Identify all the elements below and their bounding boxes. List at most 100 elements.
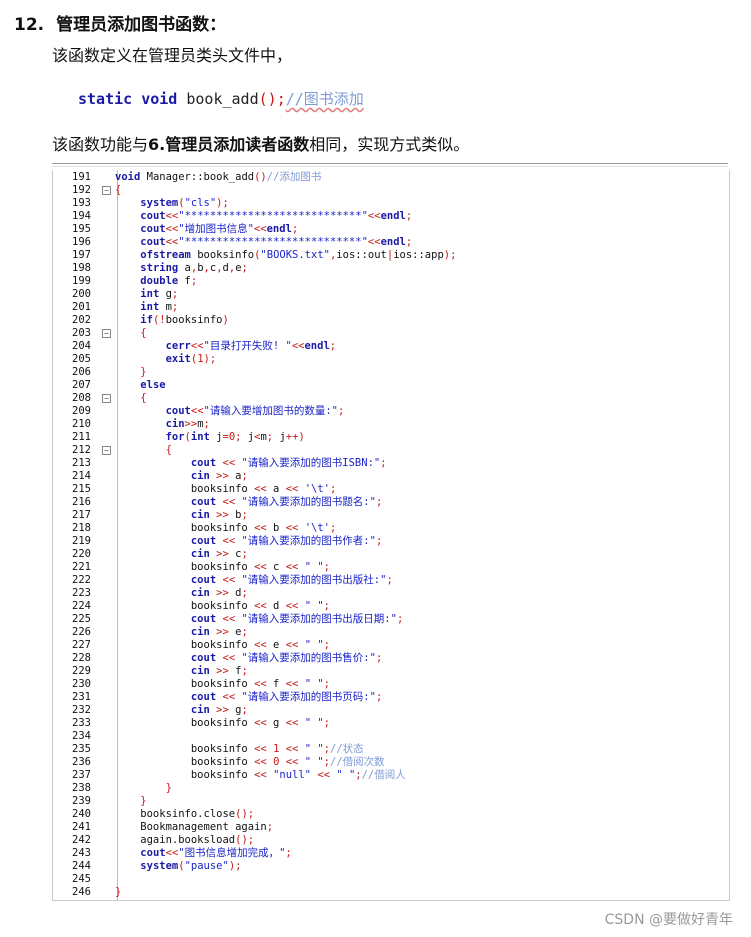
code-line: 204 cerr<<"目录打开失败! "<<endl; <box>53 340 729 353</box>
line-number: 218 <box>72 522 91 534</box>
code-text: cin >> f; <box>190 665 248 677</box>
line-number: 217 <box>72 509 91 521</box>
line-number: 209 <box>72 405 91 417</box>
code-line: 196 cout<<"****************************"… <box>53 236 729 249</box>
line-number: 220 <box>72 548 91 560</box>
code-text: cout<<"****************************"<<en… <box>140 210 413 222</box>
code-text: booksinfo << "null" << " ";//借阅人 <box>115 769 406 781</box>
code-line: 192 −{ <box>53 184 729 197</box>
line-number: 207 <box>72 379 91 391</box>
snippet-semicolon: ; <box>276 90 286 108</box>
snippet-parens: () <box>258 90 277 108</box>
code-text: cin >> g; <box>190 704 248 716</box>
code-line: 218 booksinfo << b << '\t'; <box>53 522 729 535</box>
code-line: 221 booksinfo << c << " "; <box>53 561 729 574</box>
code-text: system("cls"); <box>140 197 229 209</box>
code-line: 239 } <box>53 795 729 808</box>
line-number: 193 <box>72 197 91 209</box>
code-text: if(!booksinfo) <box>140 314 229 326</box>
line-number: 242 <box>72 834 91 846</box>
line-number: 194 <box>72 210 91 222</box>
code-line: 191 void Manager::book_add()//添加图书 <box>53 171 729 184</box>
line-number: 216 <box>72 496 91 508</box>
line-number: 198 <box>72 262 91 274</box>
code-line: 243 cout<<"图书信息增加完成，"; <box>53 847 729 860</box>
code-text: ofstream booksinfo("BOOKS.txt",ios::out|… <box>140 249 457 261</box>
code-text: string a,b,c,d,e; <box>140 262 248 274</box>
line-number: 202 <box>72 314 91 326</box>
line-number: 230 <box>72 678 91 690</box>
fold-toggle-icon[interactable]: − <box>102 186 111 195</box>
line-number: 232 <box>72 704 91 716</box>
line-number: 219 <box>72 535 91 547</box>
code-line: 237 booksinfo << "null" << " ";//借阅人 <box>53 769 729 782</box>
code-text: } <box>165 782 172 794</box>
code-line: 232 cin >> g; <box>53 704 729 717</box>
code-line: 197 ofstream booksinfo("BOOKS.txt",ios::… <box>53 249 729 262</box>
line-number: 245 <box>72 873 91 885</box>
code-text: { <box>140 392 147 404</box>
line-number: 197 <box>72 249 91 261</box>
fold-toggle-icon[interactable]: − <box>102 329 111 338</box>
code-text: cout << "请输入要添加的图书出版社:"; <box>190 574 393 586</box>
code-line: 235 booksinfo << 1 << " ";//状态 <box>53 743 729 756</box>
code-text: else <box>140 379 166 391</box>
code-line: 228 cout << "请输入要添加的图书售价:"; <box>53 652 729 665</box>
code-text: cin >> b; <box>190 509 248 521</box>
fold-toggle-icon[interactable]: − <box>102 446 111 455</box>
line-number: 206 <box>72 366 91 378</box>
code-line: 219 cout << "请输入要添加的图书作者:"; <box>53 535 729 548</box>
code-line: 231 cout << "请输入要添加的图书页码:"; <box>53 691 729 704</box>
line-number: 226 <box>72 626 91 638</box>
code-text: } <box>140 366 147 378</box>
code-line: 229 cin >> f; <box>53 665 729 678</box>
snippet-function-name: book_add <box>186 90 259 108</box>
code-line: 198 string a,b,c,d,e; <box>53 262 729 275</box>
code-line: 208 − { <box>53 392 729 405</box>
line-number: 229 <box>72 665 91 677</box>
line-number: 208 <box>72 392 91 404</box>
code-text: cin >> a; <box>190 470 248 482</box>
code-line: 245 <box>53 873 729 886</box>
code-text: } <box>140 795 147 807</box>
code-line: 230 booksinfo << f << " "; <box>53 678 729 691</box>
fold-toggle-icon[interactable]: − <box>102 394 111 403</box>
desc-post: 相同，实现方式类似。 <box>309 135 470 154</box>
code-text: booksinfo << e << " "; <box>115 639 330 651</box>
line-number: 238 <box>72 782 91 794</box>
code-line: 199 double f; <box>53 275 729 288</box>
code-text: again.booksload(); <box>115 834 255 846</box>
code-line: 217 cin >> b; <box>53 509 729 522</box>
line-number: 204 <box>72 340 91 352</box>
code-text: booksinfo.close(); <box>115 808 255 820</box>
code-text: int m; <box>140 301 179 313</box>
code-line: 195 cout<<"增加图书信息"<<endl; <box>53 223 729 236</box>
desc-bold-ref: 6.管理员添加读者函数 <box>148 135 310 154</box>
code-text: booksinfo << a << '\t'; <box>115 483 337 495</box>
code-line: 222 cout << "请输入要添加的图书出版社:"; <box>53 574 729 587</box>
code-text: booksinfo << c << " "; <box>115 561 330 573</box>
snippet-keyword-static: static <box>78 90 133 108</box>
desc-pre: 该函数功能与 <box>52 135 149 154</box>
line-number: 222 <box>72 574 91 586</box>
line-number: 237 <box>72 769 91 781</box>
line-number: 192 <box>72 184 91 196</box>
code-text: booksinfo << f << " "; <box>115 678 330 690</box>
code-text: cin >> e; <box>190 626 248 638</box>
code-text: Bookmanagement again; <box>115 821 274 833</box>
snippet-keyword-void: void <box>141 90 178 108</box>
line-number: 239 <box>72 795 91 807</box>
line-number: 203 <box>72 327 91 339</box>
line-number: 212 <box>72 444 91 456</box>
code-text: cout<<"图书信息增加完成，"; <box>140 847 292 859</box>
code-line: 242 again.booksload(); <box>53 834 729 847</box>
section-number: 12. <box>14 15 45 35</box>
line-number: 196 <box>72 236 91 248</box>
code-line: 214 cin >> a; <box>53 470 729 483</box>
code-text: cout << "请输入要添加的图书出版日期:"; <box>190 613 404 625</box>
code-text: cin>>m; <box>165 418 210 430</box>
line-number: 241 <box>72 821 91 833</box>
code-text: cout << "请输入要添加的图书题名:"; <box>190 496 383 508</box>
code-text: void Manager::book_add()//添加图书 <box>115 171 322 183</box>
code-text: cout << "请输入要添加的图书页码:"; <box>190 691 383 703</box>
